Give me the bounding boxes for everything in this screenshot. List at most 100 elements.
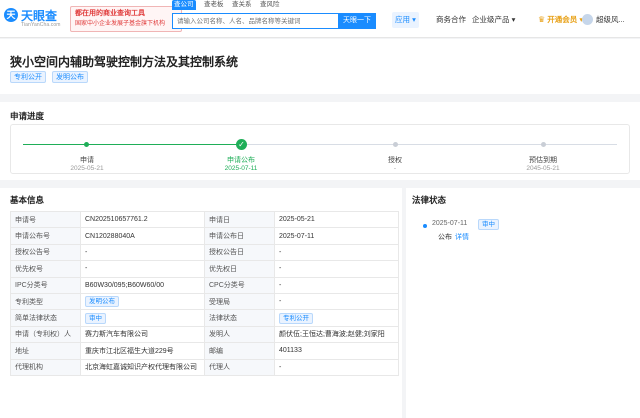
table-row: 申请号 CN202510657761.2 申请日 2025-05-21 [10, 210, 399, 229]
table-cell-value: 401133 [274, 342, 399, 360]
progress-line-done [23, 144, 241, 145]
table-cell-value: 专利公开 [274, 309, 399, 327]
table-row: 代理机构 北京海虹嘉诚知识产权代理有限公司 代理人 - [10, 358, 399, 376]
table-cell-key: 申请公布日 [204, 227, 275, 245]
application-progress: 申请进度 ✓ 申请 2025-05-21 申请公布 2025-07-11 授权 … [0, 102, 640, 180]
search-tab-company[interactable]: 查公司 [172, 0, 196, 10]
search-tab-relation[interactable]: 查关系 [230, 0, 254, 10]
legal-status-panel: 法律状态 2025-07-11 审中 公布 详情 [406, 188, 640, 418]
table-cell-key: 发明人 [204, 325, 275, 344]
check-icon: ✓ [236, 139, 247, 150]
step-date-publish: 2025-07-11 [224, 165, 258, 172]
progress-title: 申请进度 [10, 111, 45, 121]
table-row: 优先权号 - 优先权日 - [10, 260, 399, 278]
table-cell-value: 2025-07-11 [274, 227, 399, 245]
tag-patent-public: 专利公开 [10, 71, 46, 83]
timeline-dot [423, 224, 427, 228]
legal-status-detail-link[interactable]: 详情 [455, 234, 469, 241]
progress-track: ✓ 申请 2025-05-21 申请公布 2025-07-11 授权 - 预估到… [10, 124, 630, 174]
legal-status-date: 2025-07-11 [432, 220, 468, 227]
patent-type-badge: 发明公布 [85, 296, 119, 308]
nav-business[interactable]: 商务合作 [436, 12, 466, 28]
nav-enterprise-products[interactable]: 企业级产品 ▾ [472, 12, 515, 28]
table-cell-value: 重庆市江北区福生大道229号 [80, 342, 205, 360]
legal-status-item: 2025-07-11 审中 公布 详情 [412, 211, 636, 242]
table-cell-key: 代理机构 [10, 358, 81, 376]
search-tab-risk[interactable]: 查风险 [258, 0, 282, 10]
step-dot-expire [541, 142, 546, 147]
step-label-publish: 申请公布 [227, 157, 255, 164]
table-cell-value: - [274, 260, 399, 278]
table-cell-value: - [274, 358, 399, 376]
table-row: 专利类型 发明公布 受理局 - [10, 292, 399, 311]
nav-vip[interactable]: ♛ 开通会员 ▾ [538, 12, 583, 28]
basic-info: 基本信息 申请号 CN202510657761.2 申请日 2025-05-21… [0, 188, 402, 418]
table-cell-value: - [80, 243, 205, 262]
legal-status-desc: 公布 详情 [438, 232, 469, 242]
top-header: 天 天眼查 TianYanCha.com 都在用的商业查询工具 国家中小企业发展… [0, 0, 640, 38]
step-dot-grant [393, 142, 398, 147]
legal-status-badge: 专利公开 [279, 312, 313, 324]
logo-subtitle: TianYanCha.com [21, 22, 61, 28]
logo-mark: 天 [4, 8, 18, 22]
step-dot-apply [84, 142, 89, 147]
step-date-grant: - [393, 165, 397, 172]
table-cell-key: 授权公告日 [204, 243, 275, 262]
basic-info-title: 基本信息 [10, 195, 45, 205]
search-button[interactable]: 天眼一下 [338, 13, 376, 29]
site-logo[interactable]: 天 天眼查 TianYanCha.com [4, 7, 64, 31]
applicant-link[interactable]: 赛力斯汽车有限公司 [80, 325, 205, 344]
table-cell-value: - [80, 260, 205, 278]
table-cell-key: IPC分类号 [10, 276, 81, 294]
table-cell-key: 专利类型 [10, 292, 81, 311]
ad-banner[interactable]: 都在用的商业查询工具 国家中小企业发展子基金旗下机构 [70, 6, 182, 32]
table-cell-value: - [274, 292, 399, 311]
table-cell-key: 授权公告号 [10, 243, 81, 262]
table-cell-value: CN202510657761.2 [80, 210, 205, 229]
step-date-expire: 2045-05-21 [526, 165, 560, 172]
legal-status-title: 法律状态 [412, 195, 447, 205]
table-cell-key: 简单法律状态 [10, 309, 81, 327]
table-cell-value: 颜伏伍;王恒达;曹海波;赵健;刘家阳 [274, 325, 399, 344]
legal-status-label: 公布 [438, 234, 452, 241]
table-cell-key: 申请号 [10, 210, 81, 229]
table-cell-key: 法律状态 [204, 309, 275, 327]
table-cell-key: 邮编 [204, 342, 275, 360]
nav-apps[interactable]: 应用 ▾ [392, 12, 419, 28]
table-cell-key: 地址 [10, 342, 81, 360]
table-row: 简单法律状态 审中 法律状态 专利公开 [10, 309, 399, 327]
search-input[interactable] [177, 14, 337, 28]
table-cell-value: 审中 [80, 309, 205, 327]
table-row: 授权公告号 - 授权公告日 - [10, 243, 399, 262]
ad-line-2: 国家中小企业发展子基金旗下机构 [75, 21, 166, 27]
table-cell-value: 发明公布 [80, 292, 205, 311]
simple-status-badge: 审中 [85, 312, 106, 324]
basic-info-table: 申请号 CN202510657761.2 申请日 2025-05-21 申请公布… [10, 210, 399, 376]
patent-title: 狭小空间内辅助驾驶控制方法及其控制系统 [10, 55, 239, 69]
table-cell-value: 2025-05-21 [274, 210, 399, 229]
tag-invention-publication: 发明公布 [52, 71, 88, 83]
legal-status-badge: 审中 [478, 219, 499, 230]
table-cell-key: 申请公布号 [10, 227, 81, 245]
agency-link[interactable]: 北京海虹嘉诚知识产权代理有限公司 [80, 358, 205, 376]
table-row: IPC分类号 B60W30/095;B60W60/00 CPC分类号 - [10, 276, 399, 294]
table-cell-value: - [274, 276, 399, 294]
table-cell-key: 申请日 [204, 210, 275, 229]
table-cell-value: B60W30/095;B60W60/00 [80, 276, 205, 294]
table-cell-value: - [274, 243, 399, 262]
step-label-grant: 授权 [388, 157, 402, 164]
table-row: 地址 重庆市江北区福生大道229号 邮编 401133 [10, 342, 399, 360]
avatar[interactable] [582, 14, 593, 25]
patent-header: 狭小空间内辅助驾驶控制方法及其控制系统 专利公开 发明公布 [0, 39, 640, 94]
nav-vip-label: 开通会员 ▾ [547, 15, 584, 24]
crown-icon: ♛ [538, 15, 546, 24]
table-row: 申请（专利权）人 赛力斯汽车有限公司 发明人 颜伏伍;王恒达;曹海波;赵健;刘家… [10, 325, 399, 344]
table-cell-value: CN120288040A [80, 227, 205, 245]
table-cell-key: 优先权日 [204, 260, 275, 278]
step-date-apply: 2025-05-21 [70, 165, 104, 172]
search-tab-boss[interactable]: 查老板 [202, 0, 226, 10]
step-label-expire: 预估到期 [529, 157, 557, 164]
table-cell-key: 受理局 [204, 292, 275, 311]
nav-user[interactable]: 超级风... [596, 12, 625, 28]
table-row: 申请公布号 CN120288040A 申请公布日 2025-07-11 [10, 227, 399, 245]
